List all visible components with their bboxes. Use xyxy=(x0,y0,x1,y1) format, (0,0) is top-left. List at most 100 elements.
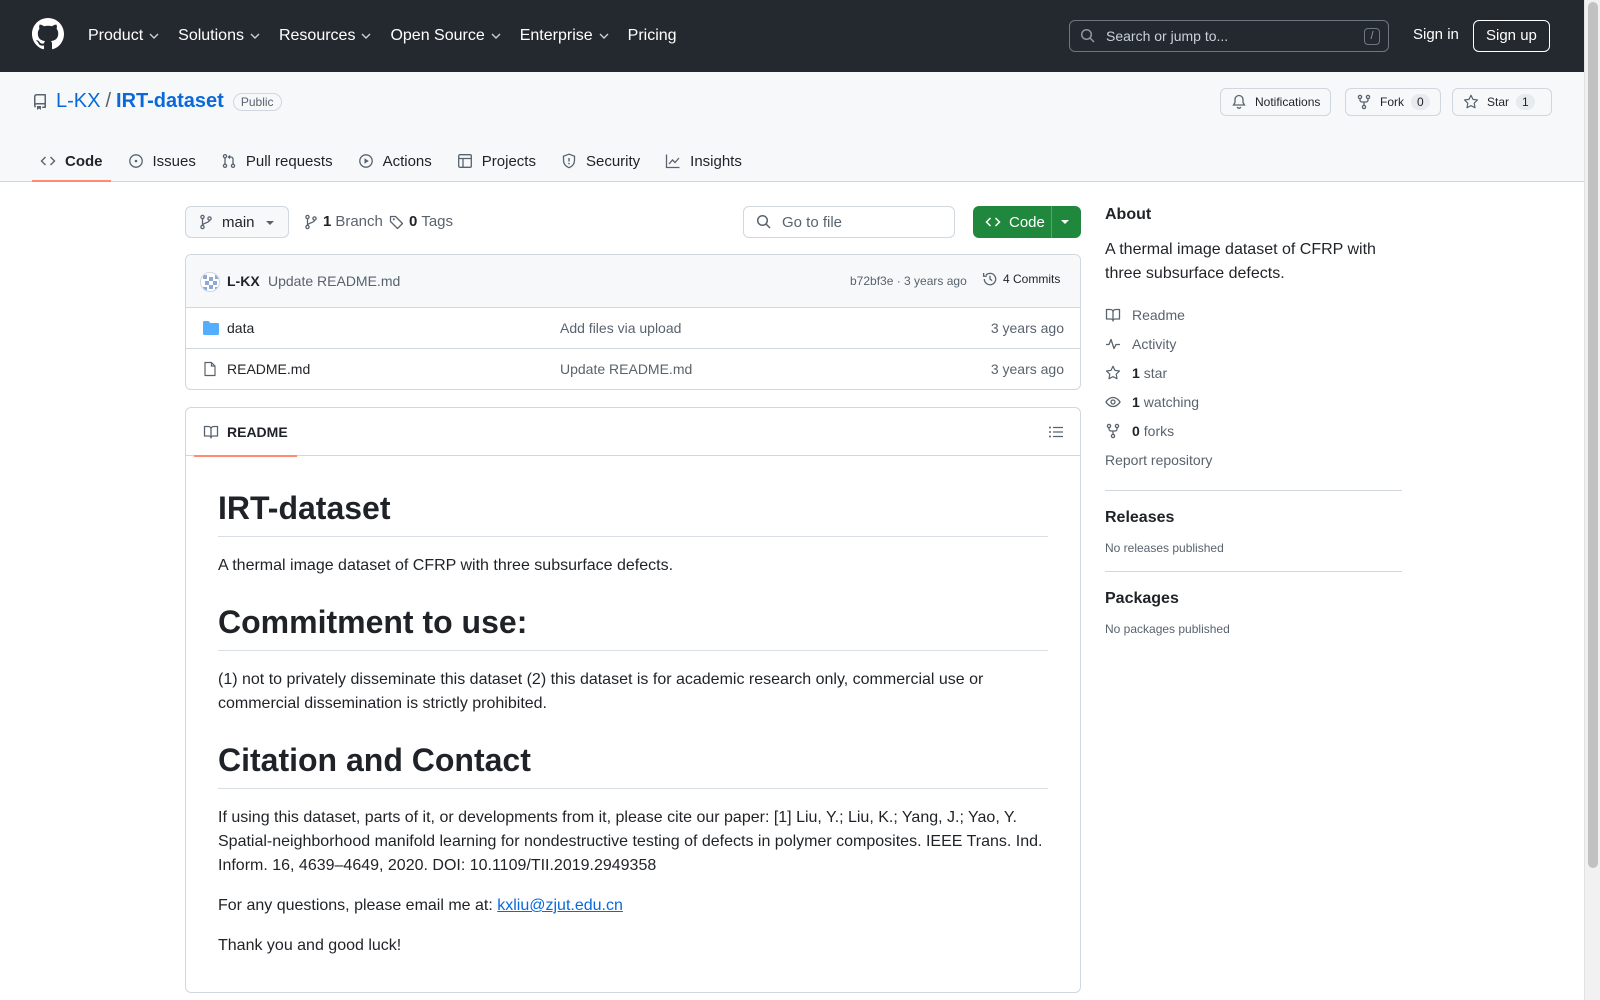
nav-label: Product xyxy=(88,27,144,44)
tab-issues[interactable]: Issues xyxy=(120,140,204,182)
tab-code[interactable]: Code xyxy=(32,140,111,182)
tab-readme[interactable]: README xyxy=(194,408,297,457)
repo-owner-link[interactable]: L-KX xyxy=(56,90,100,113)
search-placeholder: Search or jump to... xyxy=(1106,28,1229,44)
tab-insights[interactable]: Insights xyxy=(657,140,750,182)
report-repository-link[interactable]: Report repository xyxy=(1105,445,1402,474)
global-header: Product Solutions Resources Open Source … xyxy=(0,0,1584,72)
tab-label: Insights xyxy=(690,152,742,170)
repo-name-link[interactable]: IRT-dataset xyxy=(116,90,224,113)
sidebar-activity-link[interactable]: Activity xyxy=(1105,329,1402,358)
star-button[interactable]: Star 1 xyxy=(1452,88,1552,116)
forks-count: 0 xyxy=(1132,422,1140,439)
file-list: L-KX Update README.md b72bf3e · 3 years … xyxy=(185,254,1081,390)
branch-label: Branch xyxy=(335,213,383,230)
fork-count: 0 xyxy=(1411,94,1430,110)
page-scrollbar[interactable] xyxy=(1584,0,1600,1000)
packages-title[interactable]: Packages xyxy=(1105,590,1402,608)
commit-sha-time[interactable]: b72bf3e · 3 years ago xyxy=(850,274,967,288)
book-icon xyxy=(203,425,219,439)
history-icon xyxy=(982,272,997,286)
tab-projects[interactable]: Projects xyxy=(449,140,544,182)
search-input[interactable]: Search or jump to... / xyxy=(1069,20,1389,52)
file-date: 3 years ago xyxy=(990,320,1064,336)
nav-label: Enterprise xyxy=(519,27,593,44)
code-button-label: Code xyxy=(1009,213,1045,231)
tag-count: 0 xyxy=(409,213,418,230)
branch-select-button[interactable]: main xyxy=(185,206,289,238)
branches-link[interactable]: 1 Branch xyxy=(303,213,383,230)
notifications-button[interactable]: Notifications xyxy=(1220,88,1332,116)
sidebar-watching-link[interactable]: 1 watching xyxy=(1105,387,1402,416)
readme-commitment-text: (1) not to privately disseminate this da… xyxy=(218,671,984,712)
releases-title[interactable]: Releases xyxy=(1105,509,1402,527)
notifications-label: Notifications xyxy=(1255,95,1321,109)
tags-link[interactable]: 0 Tags xyxy=(389,213,453,230)
commits-count: 4 Commits xyxy=(1003,272,1061,286)
scrollbar-thumb[interactable] xyxy=(1588,2,1598,868)
sign-up-button[interactable]: Sign up xyxy=(1473,20,1550,52)
nav-product[interactable]: Product xyxy=(88,27,160,45)
chevron-down-icon xyxy=(599,33,609,39)
sidebar-readme-link[interactable]: Readme xyxy=(1105,300,1402,329)
readme-intro: A thermal image dataset of CFRP with thr… xyxy=(218,557,674,574)
code-dropdown-button[interactable]: Code xyxy=(973,206,1081,238)
star-label: Star xyxy=(1487,95,1510,109)
global-nav: Product Solutions Resources Open Source … xyxy=(88,0,695,72)
nav-label: Open Source xyxy=(390,27,485,44)
nav-solutions[interactable]: Solutions xyxy=(178,27,261,45)
branch-name: main xyxy=(222,213,255,231)
nav-label: Resources xyxy=(278,27,356,44)
fork-button[interactable]: Fork 0 xyxy=(1345,88,1441,116)
pulse-icon xyxy=(1106,338,1120,349)
sidebar-stars-link[interactable]: 1 star xyxy=(1105,358,1402,387)
tab-actions[interactable]: Actions xyxy=(350,140,440,182)
forks-label: forks xyxy=(1143,422,1175,439)
book-icon xyxy=(1105,308,1121,322)
sign-in-link[interactable]: Sign in xyxy=(1413,26,1459,43)
nav-label: Solutions xyxy=(178,27,244,44)
readme-title: IRT-dataset xyxy=(218,488,1048,537)
search-icon xyxy=(1080,28,1095,43)
go-to-file-input[interactable]: Go to file xyxy=(743,206,955,238)
chevron-down-icon xyxy=(149,33,159,39)
tag-icon xyxy=(389,215,404,229)
star-count: 1 xyxy=(1516,94,1535,110)
tab-label: Issues xyxy=(152,152,196,170)
commits-history-link[interactable]: 4 Commits xyxy=(982,271,1060,287)
nav-open-source[interactable]: Open Source xyxy=(390,27,501,45)
sidebar-forks-link[interactable]: 0 forks xyxy=(1105,416,1402,445)
tab-security[interactable]: Security xyxy=(553,140,648,182)
file-commit-message[interactable]: Add files via upload xyxy=(560,320,681,336)
file-name-link[interactable]: README.md xyxy=(227,361,310,377)
tab-label: Projects xyxy=(481,152,536,170)
tab-label: Code xyxy=(65,152,103,170)
watching-label: watching xyxy=(1143,393,1200,410)
nav-enterprise[interactable]: Enterprise xyxy=(520,27,610,45)
readme-content: IRT-dataset A thermal image dataset of C… xyxy=(186,456,1080,958)
commit-author-link[interactable]: L-KX xyxy=(227,273,260,289)
pull-request-icon xyxy=(222,153,236,169)
chevron-down-icon xyxy=(491,33,501,39)
github-logo-icon[interactable] xyxy=(32,18,64,50)
nav-pricing[interactable]: Pricing xyxy=(628,27,677,45)
file-commit-message[interactable]: Update README.md xyxy=(560,361,692,377)
readme-heading-commitment: Commitment to use: xyxy=(218,602,1048,651)
readme-citation-text: If using this dataset, parts of it, or d… xyxy=(218,809,1043,874)
file-date: 3 years ago xyxy=(990,361,1064,377)
fork-icon xyxy=(1106,423,1120,438)
file-name-link[interactable]: data xyxy=(227,320,254,336)
avatar[interactable] xyxy=(200,272,220,292)
branch-icon xyxy=(305,214,317,229)
repo-breadcrumb: L-KX / IRT-dataset Public xyxy=(32,90,282,113)
email-link[interactable]: kxliu@zjut.edu.cn xyxy=(497,897,623,914)
tab-label: Security xyxy=(585,152,641,170)
commit-message-link[interactable]: Update README.md xyxy=(268,273,400,289)
star-icon xyxy=(1463,94,1479,109)
tab-label: Actions xyxy=(382,152,432,170)
nav-resources[interactable]: Resources xyxy=(279,27,372,45)
about-description: A thermal image dataset of CFRP with thr… xyxy=(1105,241,1376,282)
tab-pull-requests[interactable]: Pull requests xyxy=(213,140,341,182)
list-unordered-icon[interactable] xyxy=(1048,424,1064,440)
releases-empty-text: No releases published xyxy=(1105,541,1224,555)
